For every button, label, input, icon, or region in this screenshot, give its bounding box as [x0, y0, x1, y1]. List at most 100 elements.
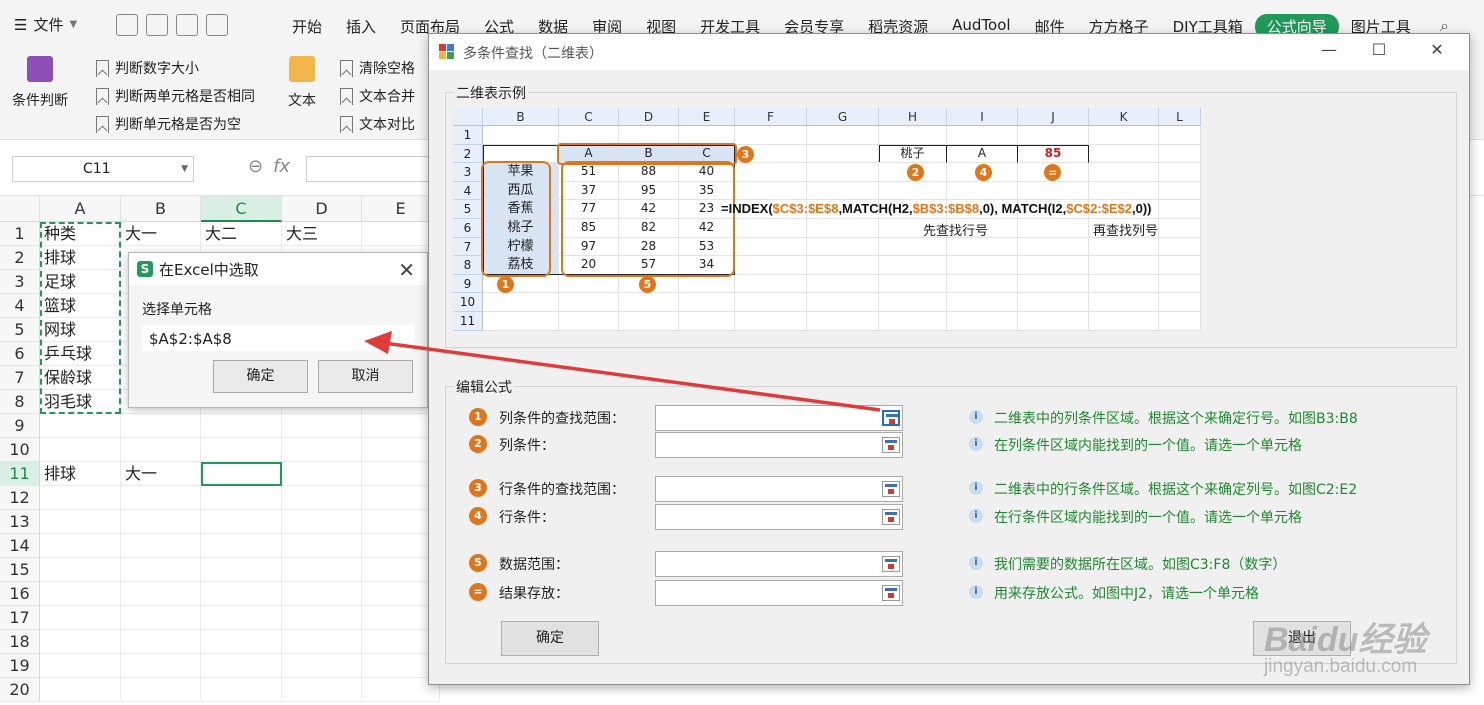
- ribbon-item-empty-cell[interactable]: 判断单元格是否为空: [96, 114, 241, 134]
- cell[interactable]: [201, 654, 282, 678]
- sport-cell[interactable]: 网球: [40, 318, 121, 342]
- cancel-button[interactable]: 取消: [318, 360, 413, 393]
- field-input[interactable]: [655, 476, 903, 502]
- cell[interactable]: [201, 630, 282, 654]
- cell[interactable]: [40, 558, 121, 582]
- minimize-icon[interactable]: —: [1319, 40, 1339, 59]
- cell[interactable]: [40, 510, 121, 534]
- column-header-D[interactable]: D: [282, 196, 362, 222]
- row-header-11[interactable]: 11: [0, 462, 40, 486]
- cell[interactable]: [282, 630, 362, 654]
- header-cell[interactable]: 大一: [121, 222, 201, 246]
- cell[interactable]: [40, 414, 121, 438]
- ribbon-item-compare-text[interactable]: 文本对比: [340, 114, 415, 134]
- row-header-19[interactable]: 19: [0, 654, 40, 678]
- cell[interactable]: [201, 606, 282, 630]
- cell[interactable]: [40, 654, 121, 678]
- row-header-20[interactable]: 20: [0, 678, 40, 702]
- dialog-ok-button[interactable]: 确定: [501, 621, 599, 656]
- cell[interactable]: [282, 678, 362, 702]
- row-header-5[interactable]: 5: [0, 318, 40, 342]
- cell[interactable]: [282, 654, 362, 678]
- fx-icon[interactable]: fx: [273, 156, 290, 177]
- close-icon[interactable]: ✕: [1427, 40, 1447, 59]
- cell[interactable]: [40, 678, 121, 702]
- text-button[interactable]: 文本: [288, 56, 316, 110]
- sport-cell[interactable]: 排球: [40, 246, 121, 270]
- close-icon[interactable]: ✕: [398, 258, 415, 282]
- cell[interactable]: [121, 678, 201, 702]
- row-header-12[interactable]: 12: [0, 486, 40, 510]
- field-input[interactable]: [655, 405, 903, 431]
- formula-input[interactable]: [306, 156, 436, 182]
- row-header-6[interactable]: 6: [0, 342, 40, 366]
- column-header-C[interactable]: C: [201, 196, 282, 222]
- condition-judge-button[interactable]: 条件判断: [12, 56, 68, 110]
- cell[interactable]: [121, 558, 201, 582]
- cell[interactable]: [201, 510, 282, 534]
- row-header-18[interactable]: 18: [0, 630, 40, 654]
- file-menu[interactable]: ☰ 文件 ▼: [14, 14, 77, 35]
- cell[interactable]: [121, 630, 201, 654]
- cell[interactable]: [282, 558, 362, 582]
- row-header-17[interactable]: 17: [0, 606, 40, 630]
- cell[interactable]: [40, 582, 121, 606]
- cell[interactable]: [201, 558, 282, 582]
- cell[interactable]: [201, 582, 282, 606]
- range-picker-icon[interactable]: [882, 585, 900, 601]
- field-input[interactable]: [655, 504, 903, 530]
- cell[interactable]: [282, 582, 362, 606]
- sport-cell[interactable]: 保龄球: [40, 366, 121, 390]
- sport-cell[interactable]: 羽毛球: [40, 390, 121, 414]
- cell[interactable]: [121, 414, 201, 438]
- active-cell[interactable]: [201, 462, 282, 486]
- sport-cell[interactable]: 乒乓球: [40, 342, 121, 366]
- cell[interactable]: [282, 414, 362, 438]
- row11-cell[interactable]: 大一: [121, 462, 201, 486]
- range-picker-icon[interactable]: [882, 509, 900, 525]
- print-icon[interactable]: [176, 14, 198, 36]
- ribbon-item-concat[interactable]: 文本合并: [340, 86, 415, 106]
- cell[interactable]: [40, 606, 121, 630]
- range-picker-icon[interactable]: [882, 410, 900, 426]
- row-header-4[interactable]: 4: [0, 294, 40, 318]
- tab-1[interactable]: 插入: [334, 16, 388, 39]
- range-picker-icon[interactable]: [882, 481, 900, 497]
- field-input[interactable]: [655, 580, 903, 606]
- cell[interactable]: [121, 510, 201, 534]
- cell[interactable]: [121, 606, 201, 630]
- header-cell[interactable]: 大三: [282, 222, 362, 246]
- cell[interactable]: [282, 606, 362, 630]
- row-header-16[interactable]: 16: [0, 582, 40, 606]
- row-header-8[interactable]: 8: [0, 390, 40, 414]
- tab-0[interactable]: 开始: [280, 16, 334, 39]
- row-header-13[interactable]: 13: [0, 510, 40, 534]
- field-input[interactable]: [655, 432, 903, 458]
- row-header-3[interactable]: 3: [0, 270, 40, 294]
- ribbon-item-trim[interactable]: 清除空格: [340, 58, 415, 78]
- cell[interactable]: [121, 582, 201, 606]
- cell[interactable]: [121, 654, 201, 678]
- cell[interactable]: [201, 414, 282, 438]
- range-picker-icon[interactable]: [882, 556, 900, 572]
- maximize-icon[interactable]: ☐: [1369, 40, 1389, 59]
- cell[interactable]: [40, 486, 121, 510]
- row-header-2[interactable]: 2: [0, 246, 40, 270]
- cell[interactable]: [201, 438, 282, 462]
- save-icon[interactable]: [116, 14, 138, 36]
- row11-cell[interactable]: 排球: [40, 462, 121, 486]
- cell[interactable]: [282, 510, 362, 534]
- header-cell[interactable]: 种类: [40, 222, 121, 246]
- header-cell[interactable]: 大二: [201, 222, 282, 246]
- cell[interactable]: [201, 486, 282, 510]
- cell[interactable]: [282, 438, 362, 462]
- range-input[interactable]: $A$2:$A$8: [142, 325, 414, 351]
- ribbon-item-compare-numbers[interactable]: 判断数字大小: [96, 58, 199, 78]
- column-header-B[interactable]: B: [121, 196, 201, 222]
- cell[interactable]: [40, 438, 121, 462]
- cell[interactable]: [121, 438, 201, 462]
- row-header-15[interactable]: 15: [0, 558, 40, 582]
- sport-cell[interactable]: 篮球: [40, 294, 121, 318]
- row-header-10[interactable]: 10: [0, 438, 40, 462]
- row-header-7[interactable]: 7: [0, 366, 40, 390]
